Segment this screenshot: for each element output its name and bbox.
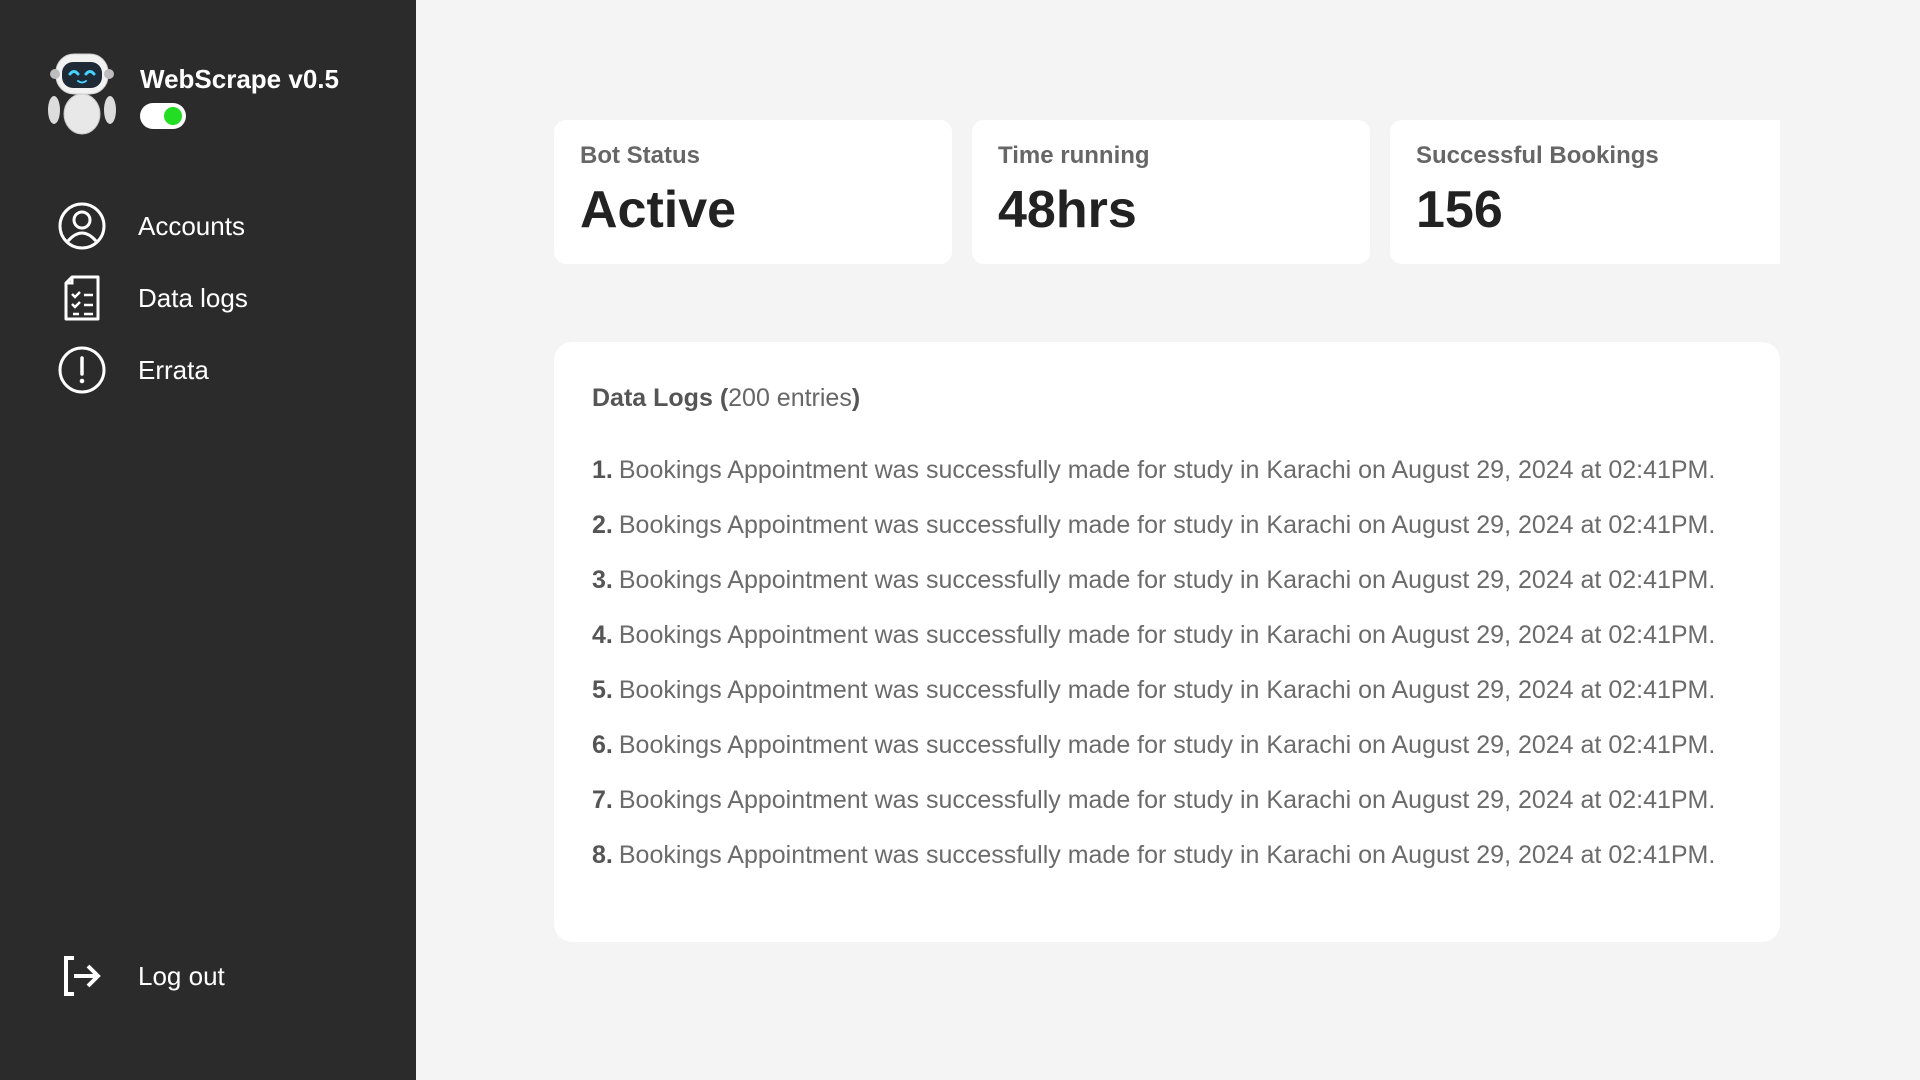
log-number: 6.	[592, 731, 613, 759]
sidebar-item-label: Data logs	[138, 282, 248, 313]
sidebar: WebScrape v0.5 Accounts Data logs Errata…	[0, 0, 416, 1080]
list-item: 4. Bookings Appointment was successfully …	[592, 608, 1742, 663]
bot-toggle[interactable]	[140, 103, 186, 129]
log-text: Bookings Appointment was successfully ma…	[618, 566, 1716, 594]
logs-count: 200 entries	[728, 384, 852, 412]
logs-close-paren: )	[851, 384, 861, 412]
log-list: 1. Bookings Appointment was successfully …	[592, 443, 1742, 883]
user-circle-icon	[56, 200, 108, 252]
card-label: Bot Status	[580, 142, 700, 169]
list-item: 6. Bookings Appointment was successfully …	[592, 718, 1742, 773]
log-text: Bookings Appointment was successfully ma…	[618, 786, 1716, 814]
bot-status-card: Bot Status Active	[554, 120, 952, 264]
sidebar-item-label: Errata	[138, 354, 209, 385]
data-logs-panel: Data Logs (200 entries) 1. Bookings Appoi…	[554, 342, 1780, 942]
card-label: Successful Bookings	[1416, 142, 1659, 169]
list-item: 1. Bookings Appointment was successfully …	[592, 443, 1742, 498]
list-item: 2. Bookings Appointment was successfully …	[592, 498, 1742, 553]
logout-label: Log out	[138, 960, 225, 991]
sidebar-item-errata[interactable]: Errata	[56, 334, 248, 406]
log-number: 5.	[592, 676, 613, 704]
log-number: 8.	[592, 841, 613, 869]
logs-open-paren: (	[719, 384, 729, 412]
time-running-card: Time running 48hrs	[972, 120, 1370, 264]
log-text: Bookings Appointment was successfully ma…	[618, 456, 1716, 484]
log-text: Bookings Appointment was successfully ma…	[618, 621, 1716, 649]
card-label: Time running	[998, 142, 1150, 169]
log-number: 3.	[592, 566, 613, 594]
app-title: WebScrape v0.5	[140, 64, 339, 94]
toggle-knob	[164, 107, 182, 125]
successful-bookings-card: Successful Bookings 156	[1390, 120, 1780, 264]
list-item: 5. Bookings Appointment was successfully …	[592, 663, 1742, 718]
log-number: 7.	[592, 786, 613, 814]
logout-icon	[56, 950, 108, 1002]
log-number: 1.	[592, 456, 613, 484]
logs-title-label: Data Logs	[592, 384, 713, 412]
sidebar-nav: Accounts Data logs Errata	[56, 190, 248, 406]
log-number: 2.	[592, 511, 613, 539]
card-value: 48hrs	[998, 181, 1137, 239]
log-number: 4.	[592, 621, 613, 649]
alert-circle-icon	[56, 344, 108, 396]
list-item: 8. Bookings Appointment was successfully …	[592, 828, 1742, 883]
log-text: Bookings Appointment was successfully ma…	[618, 676, 1716, 704]
brand: WebScrape v0.5	[46, 50, 339, 142]
sidebar-item-accounts[interactable]: Accounts	[56, 190, 248, 262]
stat-cards: Bot Status Active Time running 48hrs Suc…	[554, 120, 1780, 264]
card-value: 156	[1416, 181, 1503, 239]
log-text: Bookings Appointment was successfully ma…	[618, 841, 1716, 869]
sidebar-item-data-logs[interactable]: Data logs	[56, 262, 248, 334]
logs-title: Data Logs (200 entries)	[592, 384, 1742, 413]
card-value: Active	[580, 181, 737, 239]
log-text: Bookings Appointment was successfully ma…	[618, 731, 1716, 759]
sidebar-item-label: Accounts	[138, 210, 245, 241]
log-text: Bookings Appointment was successfully ma…	[618, 511, 1716, 539]
list-item: 3. Bookings Appointment was successfully …	[592, 553, 1742, 608]
robot-logo	[48, 53, 116, 135]
list-item: 7. Bookings Appointment was successfully …	[592, 773, 1742, 828]
logout-button[interactable]: Log out	[56, 950, 225, 1002]
clipboard-list-icon	[56, 272, 108, 324]
